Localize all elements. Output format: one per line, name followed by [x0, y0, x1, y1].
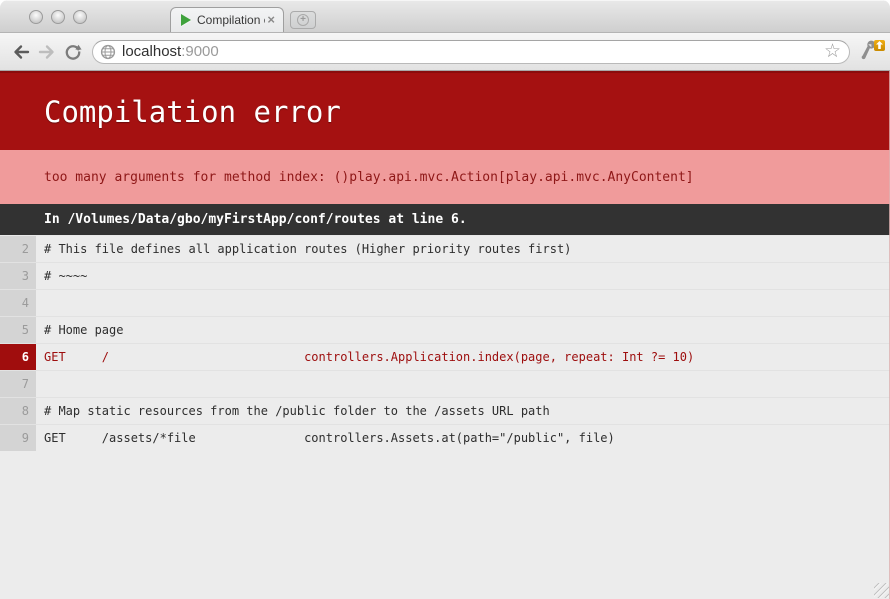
- close-window-button[interactable]: [29, 10, 43, 24]
- code-line-row: 6 GET / controllers.Application.index(pa…: [0, 343, 890, 370]
- line-number: 7: [0, 371, 36, 397]
- line-code: # ~~~~: [36, 263, 890, 289]
- line-code: # Map static resources from the /public …: [36, 398, 890, 424]
- error-message-banner: too many arguments for method index: ()p…: [0, 150, 890, 204]
- zoom-window-button[interactable]: [73, 10, 87, 24]
- line-number: 3: [0, 263, 36, 289]
- page-title: Compilation error: [44, 95, 341, 129]
- code-line-row: 7: [0, 370, 890, 397]
- url-port: :9000: [181, 43, 219, 60]
- forward-button[interactable]: [34, 39, 60, 65]
- tab-compilation-error[interactable]: Compilation error ×: [170, 7, 284, 32]
- window-controls: [29, 10, 87, 24]
- update-badge: [874, 40, 885, 51]
- line-number: 2: [0, 236, 36, 262]
- minimize-window-button[interactable]: [51, 10, 65, 24]
- address-bar[interactable]: localhost:9000 ☆: [92, 40, 850, 64]
- url-text[interactable]: localhost:9000: [122, 43, 824, 60]
- url-host: localhost: [122, 43, 181, 60]
- code-line-row: 5 # Home page: [0, 316, 890, 343]
- tab-close-icon[interactable]: ×: [265, 14, 277, 26]
- tab-title: Compilation error: [197, 13, 265, 27]
- error-header: Compilation error: [0, 71, 890, 150]
- plus-icon: +: [297, 14, 309, 26]
- error-message: too many arguments for method index: ()p…: [44, 170, 694, 185]
- back-arrow-icon: [11, 42, 31, 62]
- reload-icon: [63, 42, 83, 62]
- error-page: Compilation error too many arguments for…: [0, 71, 890, 599]
- line-number: 8: [0, 398, 36, 424]
- code-listing: 2 # This file defines all application ro…: [0, 235, 890, 451]
- back-button[interactable]: [8, 39, 34, 65]
- code-line-row: 9 GET /assets/*file controllers.Assets.a…: [0, 424, 890, 451]
- window-resize-grip-icon[interactable]: [874, 583, 889, 598]
- line-number: 4: [0, 290, 36, 316]
- line-code: GET /assets/*file controllers.Assets.at(…: [36, 425, 890, 451]
- titlebar: Compilation error × +: [0, 0, 890, 33]
- line-number: 5: [0, 317, 36, 343]
- code-line-row: 3 # ~~~~: [0, 262, 890, 289]
- code-line-row: 4: [0, 289, 890, 316]
- play-framework-favicon-icon: [181, 14, 191, 26]
- line-number: 9: [0, 425, 36, 451]
- navigation-toolbar: localhost:9000 ☆: [0, 33, 890, 71]
- code-line-row: 8 # Map static resources from the /publi…: [0, 397, 890, 424]
- line-code: # Home page: [36, 317, 890, 343]
- up-arrow-icon: [876, 41, 883, 49]
- code-line-row: 2 # This file defines all application ro…: [0, 235, 890, 262]
- line-code: GET / controllers.Application.index(page…: [36, 344, 890, 370]
- line-number: 6: [0, 344, 36, 370]
- line-code: [36, 371, 890, 397]
- reload-button[interactable]: [60, 39, 86, 65]
- browser-window: Compilation error × +: [0, 0, 890, 599]
- globe-icon: [100, 44, 116, 60]
- forward-arrow-icon: [37, 42, 57, 62]
- bookmark-star-icon[interactable]: ☆: [824, 42, 841, 61]
- line-code: [36, 290, 890, 316]
- line-code: # This file defines all application rout…: [36, 236, 890, 262]
- error-location: In /Volumes/Data/gbo/myFirstApp/conf/rou…: [44, 212, 467, 227]
- page-filler: [0, 451, 890, 599]
- error-location-bar: In /Volumes/Data/gbo/myFirstApp/conf/rou…: [0, 204, 890, 235]
- new-tab-button[interactable]: +: [290, 11, 316, 29]
- chrome-menu-button[interactable]: [859, 40, 885, 64]
